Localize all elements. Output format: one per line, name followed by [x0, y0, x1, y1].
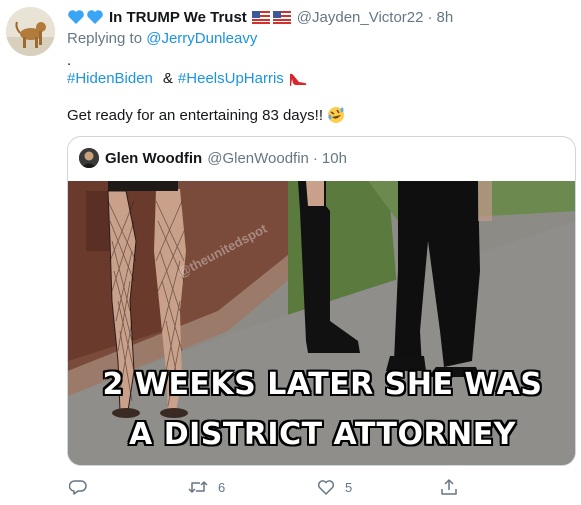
- tweet-header: In TRUMP We Trust @Jayden_Victor22 · 8h: [67, 6, 453, 28]
- blue-heart-icon: [67, 9, 105, 25]
- quoted-display-name[interactable]: Glen Woodfin: [105, 150, 202, 167]
- us-flag-icon: [251, 10, 270, 24]
- quoted-tweet-header: Glen Woodfin @GlenWoodfin · 10h: [79, 147, 347, 169]
- replying-mention[interactable]: @JerryDunleavy: [146, 30, 257, 47]
- like-button[interactable]: 5: [317, 476, 352, 498]
- quoted-tweet[interactable]: Glen Woodfin @GlenWoodfin · 10h @theunit…: [67, 136, 576, 466]
- replying-prefix: Replying to: [67, 30, 147, 47]
- quoted-avatar[interactable]: [79, 148, 99, 168]
- quoted-media-image[interactable]: @theunitedspot 2 WEEKS LATER SHE WAS A D…: [68, 181, 575, 465]
- quoted-handle[interactable]: @GlenWoodfin: [207, 150, 309, 167]
- hashtag-link[interactable]: #HidenBiden: [67, 70, 153, 87]
- retweet-button[interactable]: 6: [188, 476, 225, 498]
- tweet-text-line: Get ready for an entertaining 83 days!!: [67, 106, 345, 124]
- reply-button[interactable]: [69, 476, 97, 498]
- display-name[interactable]: In TRUMP We Trust: [109, 9, 247, 26]
- rolling-laughing-emoji-icon: [327, 106, 345, 124]
- quoted-timestamp[interactable]: 10h: [322, 150, 347, 167]
- share-button[interactable]: [440, 476, 458, 498]
- meme-caption-line-2: A DISTRICT ATTORNEY: [129, 417, 516, 452]
- like-count: 5: [345, 479, 353, 495]
- meme-caption-line-1: 2 WEEKS LATER SHE WAS: [102, 367, 543, 402]
- retweet-icon: [188, 481, 208, 493]
- tweet-actions: 6 5: [67, 476, 487, 498]
- avatar[interactable]: [6, 7, 55, 56]
- separator-dot: ·: [427, 8, 433, 26]
- heart-outline-icon: [317, 480, 335, 495]
- retweet-count: 6: [218, 479, 226, 495]
- share-icon: [441, 479, 457, 495]
- replying-to: Replying to @JerryDunleavy: [67, 30, 257, 47]
- ampersand: &: [162, 70, 173, 87]
- tweet[interactable]: In TRUMP We Trust @Jayden_Victor22 · 8h …: [0, 0, 581, 505]
- tweet-text-period: .: [67, 52, 72, 69]
- us-flag-icon: [272, 10, 291, 24]
- timestamp[interactable]: 8h: [437, 9, 454, 26]
- hashtags-line: #HidenBiden & #HeelsUpHarris: [67, 70, 307, 87]
- user-handle[interactable]: @Jayden_Victor22: [297, 9, 424, 26]
- reply-icon: [69, 480, 87, 495]
- separator-dot: ·: [312, 149, 318, 167]
- tweet-text: Get ready for an entertaining 83 days!!: [67, 106, 323, 124]
- hashtag-link[interactable]: #HeelsUpHarris: [178, 70, 284, 87]
- high-heel-icon: [289, 71, 307, 87]
